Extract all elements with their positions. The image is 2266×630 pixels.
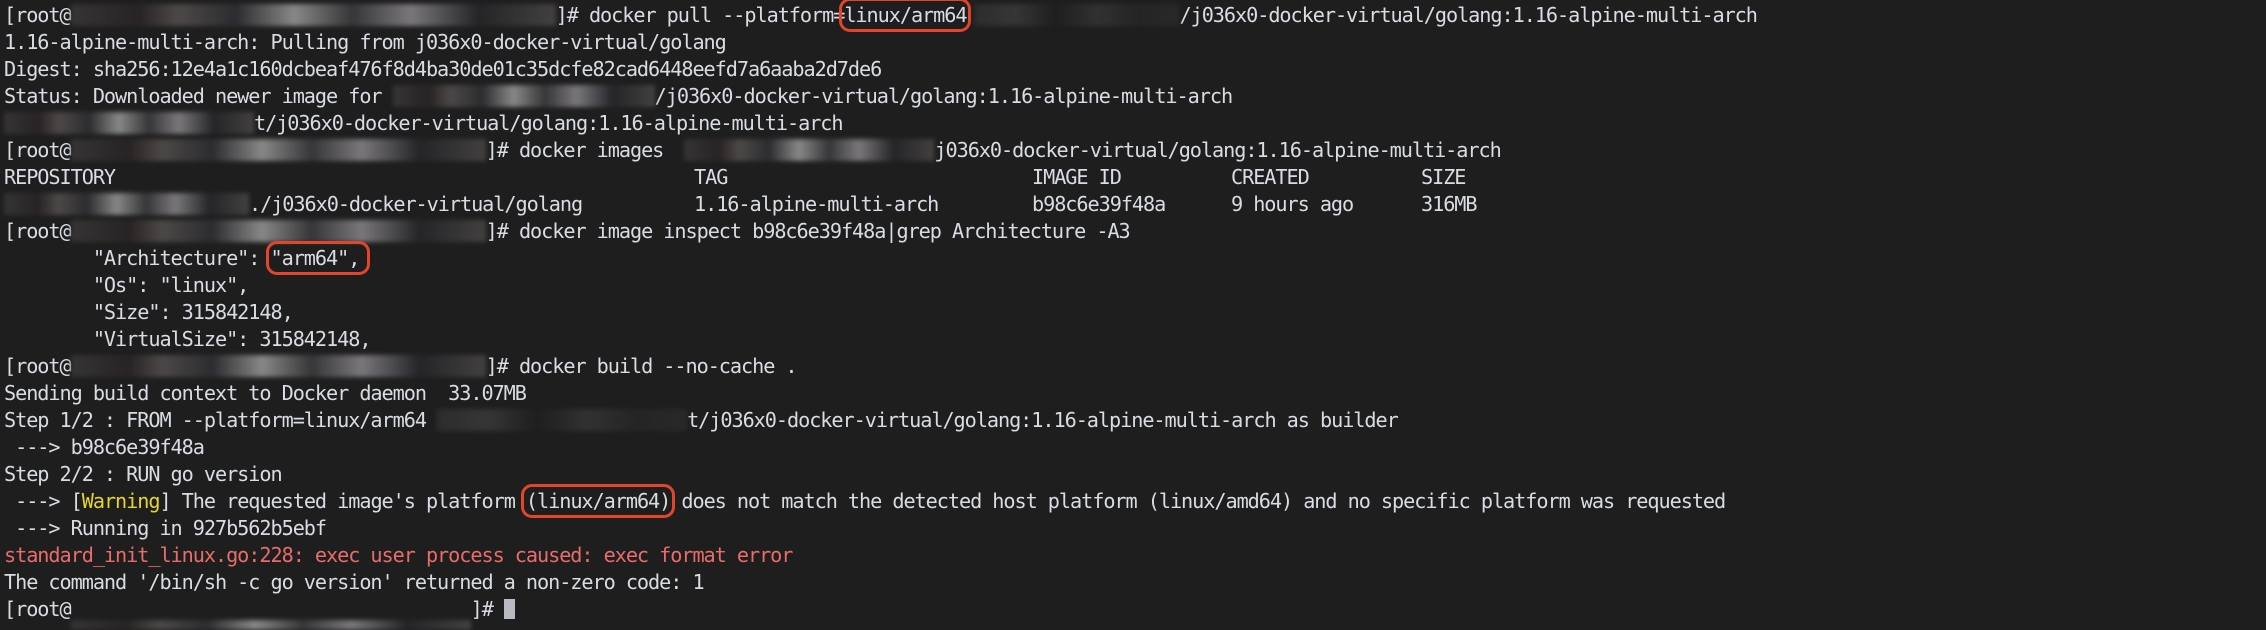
images-table-row: ./j036x0-docker-virtual/golang 1.16-alpin…: [4, 191, 2266, 218]
redacted-registry: [4, 112, 254, 134]
prompt-prefix: [root@: [4, 354, 72, 378]
build-context-line: Sending build context to Docker daemon 3…: [4, 381, 527, 405]
redacted-registry: [4, 193, 249, 215]
prompt-suffix: ]#: [485, 354, 519, 378]
build-warning-line: ---> [Warning] The requested image's pla…: [4, 484, 2266, 518]
column-header-image-id: IMAGE ID: [1032, 165, 1122, 189]
build-running-line: ---> Running in 927b562b5ebf: [4, 516, 327, 540]
command-text: /j036x0-docker-virtual/golang:1.16-alpin…: [1179, 3, 1757, 27]
command-text: docker pull --platform=: [588, 3, 845, 27]
highlighted-architecture-value: "arm64",: [265, 241, 371, 275]
redacted-registry: [974, 4, 1180, 26]
terminal-line-inspect-command: [root@ ]# docker image inspect b98c6e39f4…: [4, 218, 2266, 245]
cell-created: 9 hours ago: [1231, 192, 1354, 216]
image-ref-text: t/j036x0-docker-virtual/golang:1.16-alpi…: [254, 111, 844, 135]
warning-text: ] The requested image's platform: [159, 489, 526, 513]
inspect-virtual-size-line: "VirtualSize": 315842148,: [4, 327, 372, 351]
prompt-prefix: [root@: [4, 3, 72, 27]
terminal-line-pull-command: [root@ ]# docker pull --platform=linux/ar…: [4, 0, 2266, 32]
command-text: j036x0-docker-virtual/golang:1.16-alpine…: [934, 138, 1501, 162]
terminal-line-output: Status: Downloaded newer image for /j036…: [4, 83, 2266, 110]
repository-text: ./j036x0-docker-virtual/golang: [249, 192, 583, 216]
cell-repository: ./j036x0-docker-virtual/golang: [4, 191, 694, 218]
cell-tag: 1.16-alpine-multi-arch: [694, 192, 939, 216]
terminal-line-images-command: [root@ ]# docker images j036x0-docker-vir…: [4, 137, 2266, 164]
build-step2-line: Step 2/2 : RUN go version: [4, 462, 283, 486]
terminal-line-current-prompt[interactable]: [root@ ]#: [4, 596, 2266, 630]
column-header-tag: TAG: [694, 165, 728, 189]
terminal-line-output: Digest: sha256:12e4a1c160dcbeaf476f8d4ba…: [4, 57, 882, 81]
highlighted-platform: linux/arm64: [839, 0, 972, 32]
cell-size: 316MB: [1421, 192, 1478, 216]
status-text: Status: Downloaded newer image for: [4, 84, 393, 108]
terminal-window[interactable]: [root@ ]# docker pull --platform=linux/ar…: [0, 0, 2266, 630]
prompt-suffix: ]#: [470, 597, 504, 621]
prompt-prefix: [root@: [4, 138, 72, 162]
status-text: /j036x0-docker-virtual/golang:1.16-alpin…: [654, 84, 1233, 108]
prompt-suffix: ]#: [485, 138, 519, 162]
arrow-text: ---> [: [4, 489, 83, 513]
prompt-suffix: ]#: [555, 3, 589, 27]
terminal-line-output: t/j036x0-docker-virtual/golang:1.16-alpi…: [4, 110, 2266, 137]
error-line: standard_init_linux.go:228: exec user pr…: [4, 543, 793, 567]
redacted-hostname: [70, 139, 486, 161]
redacted-hostname: [70, 220, 486, 242]
cell-image-id: b98c6e39f48a: [1032, 192, 1166, 216]
prompt-suffix: ]#: [485, 219, 519, 243]
inspect-architecture-line: "Architecture": "arm64",: [4, 241, 2266, 275]
build-step1-line: Step 1/2 : FROM --platform=linux/arm64 t…: [4, 407, 2266, 434]
inspect-os-line: "Os": "linux",: [4, 273, 250, 297]
redacted-registry: [392, 85, 655, 107]
terminal-line-build-command: [root@ ]# docker build --no-cache .: [4, 353, 2266, 380]
command-text: docker image inspect b98c6e39f48a|grep A…: [518, 219, 1131, 243]
command-text: docker build --no-cache .: [518, 354, 798, 378]
inspect-size-line: "Size": 315842148,: [4, 300, 294, 324]
prompt-prefix: [root@: [4, 219, 72, 243]
redacted-hostname: [70, 620, 471, 630]
highlighted-warning-platform: (linux/arm64): [520, 484, 676, 518]
column-header-repository: REPOSITORY: [4, 165, 116, 189]
redacted-hostname: [70, 4, 556, 26]
prompt-prefix: [root@: [4, 597, 72, 621]
column-header-created: CREATED: [1231, 165, 1310, 189]
warning-text: does not match the detected host platfor…: [670, 489, 1726, 513]
redacted-hostname: [70, 355, 486, 377]
redacted-registry: [684, 139, 935, 161]
build-step1-result-line: ---> b98c6e39f48a: [4, 435, 205, 459]
column-header-size: SIZE: [1421, 165, 1466, 189]
text-cursor: [503, 599, 515, 619]
images-table-header: REPOSITORY TAG IMAGE ID CREATED SIZE: [4, 164, 2266, 191]
step-text: Step 1/2 : FROM --platform=linux/arm64: [4, 408, 438, 432]
command-failed-line: The command '/bin/sh -c go version' retu…: [4, 570, 705, 594]
warning-label: Warning: [81, 489, 161, 513]
command-text: docker images: [518, 138, 675, 162]
step-text: t/j036x0-docker-virtual/golang:1.16-alpi…: [687, 408, 1399, 432]
architecture-key: "Architecture":: [4, 246, 271, 270]
redacted-registry: [437, 409, 688, 431]
terminal-line-output: 1.16-alpine-multi-arch: Pulling from j03…: [4, 30, 727, 54]
